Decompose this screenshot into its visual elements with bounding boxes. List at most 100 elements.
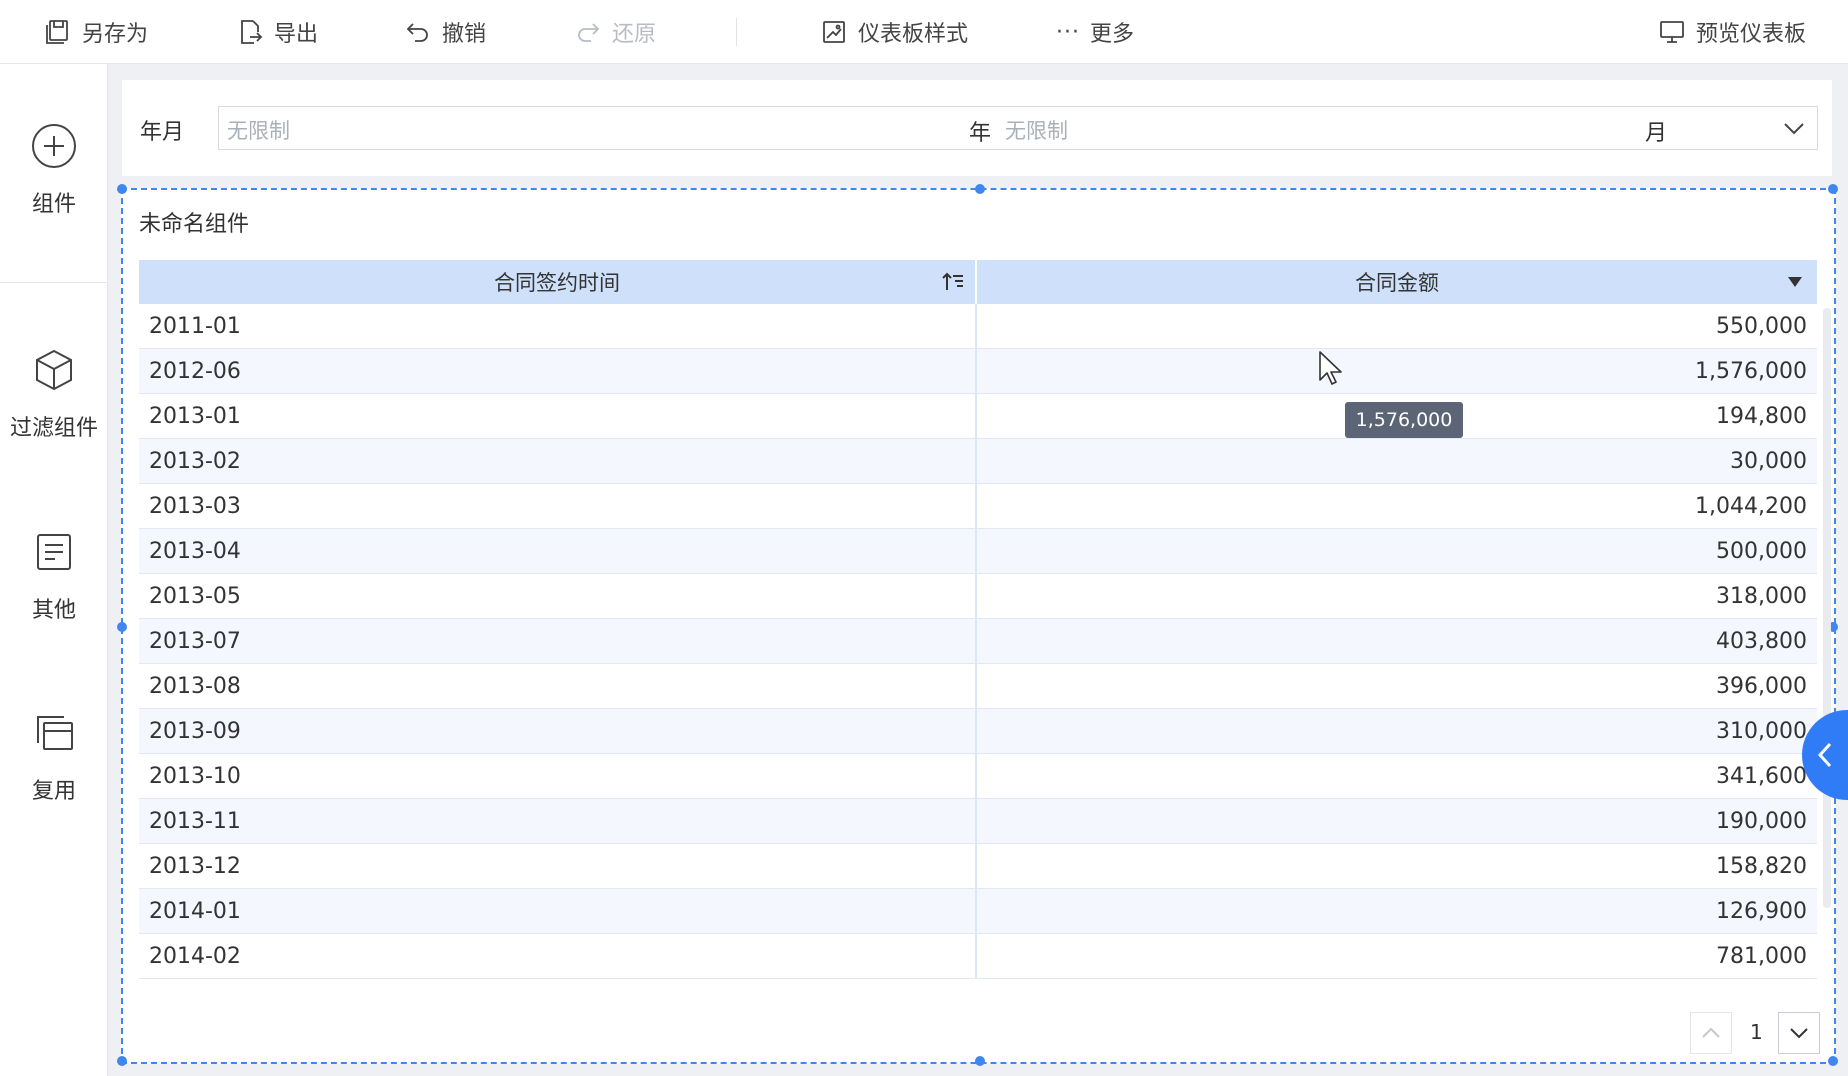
date-filter-bar: 年月 无限制 年 无限制 月: [122, 80, 1832, 176]
table-row[interactable]: 2013-12 158,820: [139, 844, 1817, 889]
table-widget[interactable]: 未命名组件 合同签约时间 合同金额 2011-01 550,000 2012-06 1…: [117, 184, 1838, 1066]
cell-contract-date[interactable]: 2014-02: [139, 934, 977, 978]
export-label: 导出: [274, 22, 319, 47]
widget-title[interactable]: 未命名组件: [139, 206, 249, 238]
table-row[interactable]: 2012-06 1,576,000: [139, 349, 1817, 394]
more-button[interactable]: ··· 更多: [1056, 0, 1134, 64]
table-row[interactable]: 2011-01 550,000: [139, 304, 1817, 349]
chevron-up-icon: [1702, 1027, 1720, 1038]
preview-label: 预览仪表板: [1696, 22, 1807, 47]
style-icon: [823, 21, 845, 43]
redo-button[interactable]: 还原: [574, 0, 656, 64]
resize-handle-top-right[interactable]: [1828, 184, 1838, 194]
table-row[interactable]: 2013-04 500,000: [139, 529, 1817, 574]
vertical-scrollbar[interactable]: [1823, 308, 1831, 908]
page-down-button[interactable]: [1778, 1012, 1820, 1054]
chevron-down-icon[interactable]: [1781, 115, 1807, 141]
cell-contract-date[interactable]: 2013-11: [139, 799, 977, 843]
sidebar-label: 组件: [31, 192, 76, 217]
cell-contract-date[interactable]: 2012-06: [139, 349, 977, 393]
resize-handle-bottom-right[interactable]: [1828, 1056, 1838, 1066]
resize-handle-bottom[interactable]: [975, 1056, 985, 1066]
table-row[interactable]: 2013-02 30,000: [139, 439, 1817, 484]
table-row[interactable]: 2013-11 190,000: [139, 799, 1817, 844]
table-row[interactable]: 2013-01 194,800: [139, 394, 1817, 439]
cell-contract-amount[interactable]: 341,600: [977, 754, 1817, 798]
sort-ascending-icon[interactable]: [941, 270, 965, 294]
cell-contract-date[interactable]: 2013-12: [139, 844, 977, 888]
table-row[interactable]: 2014-01 126,900: [139, 889, 1817, 934]
cell-contract-date[interactable]: 2011-01: [139, 304, 977, 348]
cell-contract-date[interactable]: 2013-01: [139, 394, 977, 438]
undo-button[interactable]: 撤销: [404, 0, 486, 64]
cell-contract-date[interactable]: 2013-02: [139, 439, 977, 483]
cell-contract-amount[interactable]: 396,000: [977, 664, 1817, 708]
cell-contract-date[interactable]: 2013-09: [139, 709, 977, 753]
save-as-button[interactable]: 另存为: [44, 0, 148, 64]
cell-contract-amount[interactable]: 30,000: [977, 439, 1817, 483]
save-as-label: 另存为: [82, 22, 149, 47]
dashboard-style-button[interactable]: 仪表板样式: [820, 0, 968, 64]
cell-contract-date[interactable]: 2013-10: [139, 754, 977, 798]
sidebar-divider: [0, 282, 108, 283]
redo-icon: [578, 23, 600, 42]
table-row[interactable]: 2013-09 310,000: [139, 709, 1817, 754]
cell-contract-amount[interactable]: 781,000: [977, 934, 1817, 978]
cell-contract-date[interactable]: 2013-07: [139, 619, 977, 663]
table-row[interactable]: 2013-03 1,044,200: [139, 484, 1817, 529]
caret-down-icon[interactable]: [1787, 276, 1803, 288]
cell-contract-amount[interactable]: 1,044,200: [977, 484, 1817, 528]
filter-label: 年月: [140, 120, 185, 145]
cell-contract-amount[interactable]: 318,000: [977, 574, 1817, 618]
cell-contract-amount[interactable]: 126,900: [977, 889, 1817, 933]
cell-contract-amount[interactable]: 310,000: [977, 709, 1817, 753]
table-row[interactable]: 2013-10 341,600: [139, 754, 1817, 799]
table-row[interactable]: 2013-05 318,000: [139, 574, 1817, 619]
cell-contract-date[interactable]: 2014-01: [139, 889, 977, 933]
preview-dashboard-button[interactable]: 预览仪表板: [1658, 0, 1806, 64]
sidebar-label: 复用: [31, 779, 76, 804]
dashboard-style-label: 仪表板样式: [858, 22, 969, 47]
undo-label: 撤销: [442, 22, 487, 47]
column-header-label: 合同金额: [1355, 271, 1439, 295]
save-icon: [46, 20, 68, 44]
cell-contract-amount[interactable]: 500,000: [977, 529, 1817, 573]
sidebar-item-reuse[interactable]: 复用: [0, 709, 108, 805]
data-table: 合同签约时间 合同金额 2011-01 550,000 2012-06 1,576,0…: [139, 260, 1817, 990]
document-icon: [37, 534, 71, 570]
table-row[interactable]: 2013-07 403,800: [139, 619, 1817, 664]
column-header-contract-amount[interactable]: 合同金额: [977, 260, 1817, 304]
year-placeholder: 无限制: [227, 119, 290, 143]
column-header-label: 合同签约时间: [494, 271, 620, 295]
resize-handle-left[interactable]: [117, 622, 127, 632]
cell-contract-date[interactable]: 2013-03: [139, 484, 977, 528]
table-row[interactable]: 2013-08 396,000: [139, 664, 1817, 709]
top-toolbar: 另存为 导出 撤销 还原 仪表板样式 ··· 更多 预览仪表板: [0, 0, 1848, 64]
export-icon: [241, 20, 263, 44]
cell-contract-amount[interactable]: 1,576,000: [977, 349, 1817, 393]
mouse-cursor-icon: [1319, 351, 1342, 385]
plus-circle-icon: [32, 124, 76, 168]
cell-contract-date[interactable]: 2013-04: [139, 529, 977, 573]
year-month-filter-input[interactable]: 无限制 年 无限制 月: [218, 106, 1818, 150]
cell-contract-amount[interactable]: 403,800: [977, 619, 1817, 663]
cell-contract-amount[interactable]: 190,000: [977, 799, 1817, 843]
cell-contract-date[interactable]: 2013-08: [139, 664, 977, 708]
resize-handle-top[interactable]: [975, 184, 985, 194]
chevron-left-icon: [1817, 742, 1832, 768]
month-unit-label: 月: [1645, 121, 1668, 146]
sidebar-item-other[interactable]: 其他: [0, 528, 108, 624]
sidebar-label: 过滤组件: [9, 416, 98, 441]
column-header-contract-date[interactable]: 合同签约时间: [139, 260, 977, 304]
cell-contract-amount[interactable]: 550,000: [977, 304, 1817, 348]
page-up-button[interactable]: [1690, 1012, 1732, 1054]
resize-handle-bottom-left[interactable]: [117, 1056, 127, 1066]
cell-contract-date[interactable]: 2013-05: [139, 574, 977, 618]
redo-label: 还原: [612, 22, 657, 47]
export-button[interactable]: 导出: [236, 0, 318, 64]
cell-contract-amount[interactable]: 158,820: [977, 844, 1817, 888]
sidebar-item-filter-components[interactable]: 过滤组件: [0, 346, 108, 442]
resize-handle-top-left[interactable]: [117, 184, 127, 194]
sidebar-item-components[interactable]: 组件: [0, 122, 108, 218]
table-row[interactable]: 2014-02 781,000: [139, 934, 1817, 979]
